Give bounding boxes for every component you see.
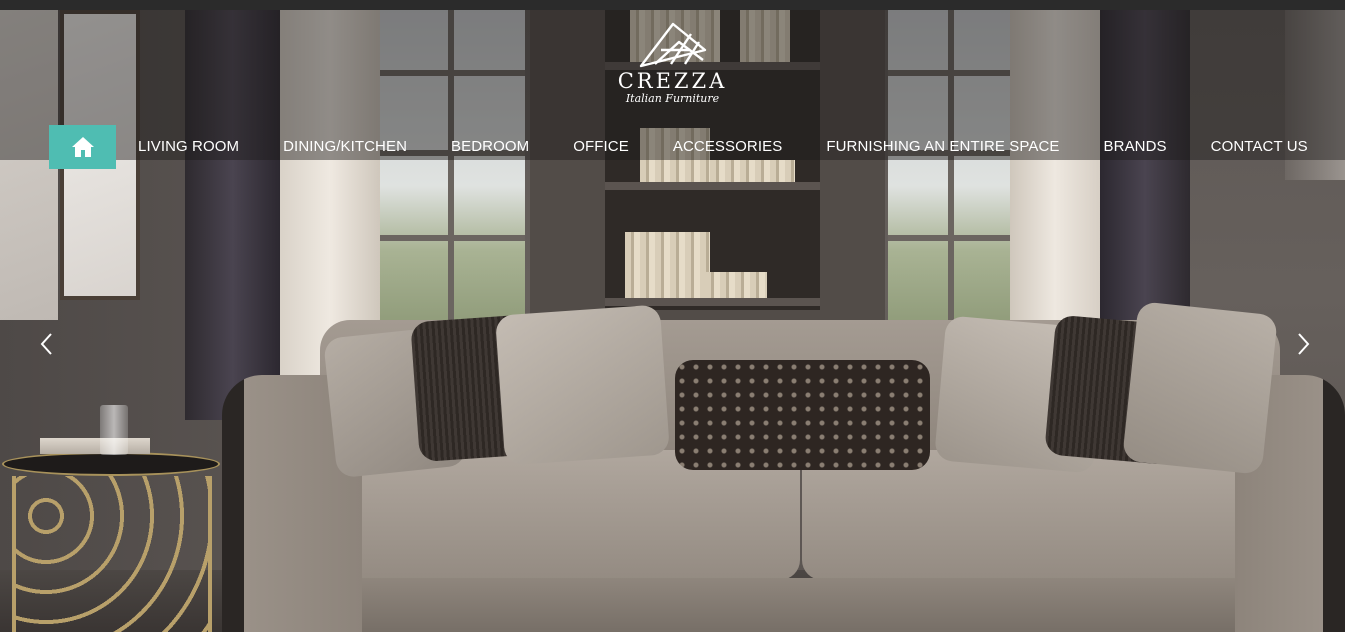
nav-item-bedroom[interactable]: BEDROOM bbox=[451, 125, 529, 169]
shelf-board bbox=[605, 182, 820, 190]
brand-tagline: Italian Furniture bbox=[625, 92, 720, 105]
chevron-right-icon bbox=[1298, 333, 1310, 355]
glass bbox=[100, 405, 128, 455]
fan-icon bbox=[639, 22, 706, 68]
home-icon bbox=[71, 137, 94, 157]
sofa-base bbox=[318, 578, 1283, 632]
site-logo[interactable]: CREZZA Italian Furniture bbox=[605, 20, 740, 120]
nav-item-office[interactable]: OFFICE bbox=[573, 125, 629, 169]
side-table-base bbox=[12, 476, 212, 632]
nav-item-accessories[interactable]: ACCESSORIES bbox=[673, 125, 782, 169]
pillow bbox=[675, 360, 930, 470]
top-bar bbox=[0, 0, 1345, 10]
brand-name: CREZZA bbox=[617, 69, 728, 93]
nav-item-living-room[interactable]: LIVING ROOM bbox=[138, 125, 239, 169]
home-button[interactable] bbox=[49, 125, 116, 169]
side-table-top bbox=[2, 452, 220, 476]
main-nav: LIVING ROOM DINING/KITCHEN BEDROOM OFFIC… bbox=[49, 125, 1308, 169]
chevron-left-icon bbox=[40, 333, 52, 355]
site-header: CREZZA Italian Furniture LIVING ROOM DIN… bbox=[0, 10, 1345, 169]
table-books bbox=[40, 438, 150, 454]
nav-item-furnishing-entire-space[interactable]: FURNISHING AN ENTIRE SPACE bbox=[826, 125, 1059, 169]
slider-next-button[interactable] bbox=[1292, 330, 1316, 358]
books bbox=[705, 272, 767, 298]
shelf-board bbox=[605, 298, 820, 306]
pillow bbox=[494, 304, 671, 466]
pillow bbox=[1122, 301, 1278, 475]
nav-item-dining-kitchen[interactable]: DINING/KITCHEN bbox=[283, 125, 407, 169]
nav-item-contact-us[interactable]: CONTACT US bbox=[1211, 125, 1308, 169]
slider-prev-button[interactable] bbox=[34, 330, 58, 358]
nav-item-brands[interactable]: BRANDS bbox=[1104, 125, 1167, 169]
books bbox=[625, 232, 710, 298]
